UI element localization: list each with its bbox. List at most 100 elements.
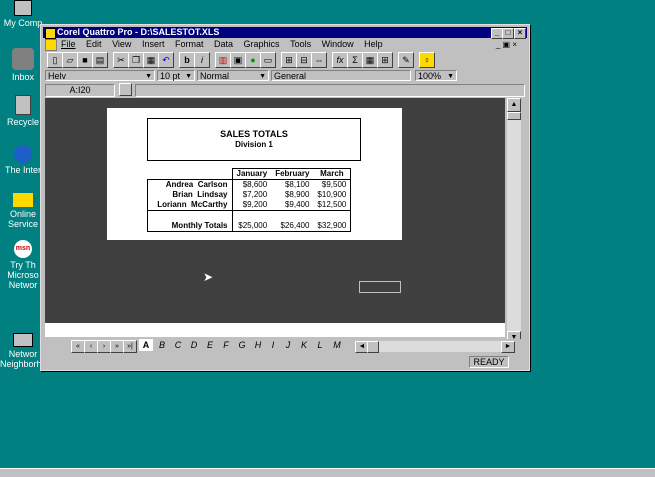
frame-icon[interactable]: ▭	[260, 52, 276, 68]
menu-insert[interactable]: Insert	[142, 38, 165, 50]
save-icon[interactable]: ■	[77, 52, 93, 68]
report-subtitle: Division 1	[235, 140, 273, 149]
desktop-icon-label: Inbox	[11, 72, 35, 82]
menu-file[interactable]: File	[61, 38, 76, 50]
value-cell[interactable]: $10,900	[313, 190, 352, 200]
menu-window[interactable]: Window	[322, 38, 354, 50]
format-grid-icon[interactable]: ▦	[362, 52, 378, 68]
window-title: Corel Quattro Pro - D:\SALESTOT.XLS	[57, 27, 220, 37]
first-tab-icon[interactable]: «	[71, 340, 85, 353]
sheet-tab-k[interactable]: K	[297, 339, 311, 351]
total-cell[interactable]: $26,400	[271, 221, 314, 232]
insert-icon[interactable]: ⊞	[281, 52, 297, 68]
tab-jump-icon[interactable]: »|	[123, 340, 137, 353]
value-cell[interactable]: $9,500	[313, 179, 352, 190]
sheet-tab-b[interactable]: B	[155, 339, 169, 351]
report-title: SALES TOTALS	[220, 129, 288, 139]
header-cell[interactable]: January	[231, 168, 272, 180]
sheet-tab-g[interactable]: G	[235, 339, 249, 351]
formula-input[interactable]	[135, 84, 525, 97]
open-file-icon[interactable]: ▱	[62, 52, 78, 68]
number-format-select[interactable]: General	[271, 70, 411, 81]
sheet-tab-d[interactable]: D	[187, 339, 201, 351]
new-file-icon[interactable]: ▯	[47, 52, 63, 68]
recycle-bin-icon	[15, 95, 31, 115]
number-format-value: General	[274, 71, 307, 81]
style-select[interactable]: Normal ▼	[197, 70, 269, 81]
sheet-tab-l[interactable]: L	[313, 339, 327, 351]
cell-reference[interactable]: A:I20	[45, 84, 115, 97]
total-cell[interactable]: $25,000	[231, 221, 272, 232]
document-icon[interactable]	[45, 39, 57, 51]
vertical-scrollbar[interactable]: ▲ ▼	[507, 98, 521, 345]
print-icon[interactable]: ▤	[92, 52, 108, 68]
menu-tools[interactable]: Tools	[290, 38, 311, 50]
sum-icon[interactable]: Σ	[347, 52, 363, 68]
sheet-tab-e[interactable]: E	[203, 339, 217, 351]
delete-icon[interactable]: ⊟	[296, 52, 312, 68]
scroll-up-icon[interactable]: ▲	[507, 98, 521, 112]
italic-icon[interactable]: i	[194, 52, 210, 68]
scroll-right-icon[interactable]: ►	[501, 341, 515, 353]
function-icon[interactable]: fx	[332, 52, 348, 68]
spreadsheet-page-view[interactable]: SALES TOTALS Division 1 January February…	[45, 98, 505, 323]
totals-label[interactable]: Monthly Totals	[147, 221, 232, 232]
fit-icon[interactable]: ⇔	[311, 52, 327, 68]
navigate-icon[interactable]	[119, 83, 132, 96]
value-cell[interactable]: $8,100	[271, 180, 313, 191]
cut-icon[interactable]: ✂	[113, 52, 129, 68]
copy-icon[interactable]: ❐	[128, 52, 144, 68]
scroll-thumb[interactable]	[507, 112, 521, 120]
title-bar[interactable]: Corel Quattro Pro - D:\SALESTOT.XLS _ □ …	[43, 27, 527, 39]
sales-table: January February March Andrea Carlson $8…	[147, 168, 352, 232]
menu-edit[interactable]: Edit	[86, 38, 102, 50]
menu-view[interactable]: View	[112, 38, 131, 50]
name-cell[interactable]: Andrea Carlson	[147, 179, 232, 190]
sheet-tab-i[interactable]: I	[267, 339, 279, 351]
horizontal-scrollbar[interactable]: ◄ ►	[355, 341, 515, 353]
menu-help[interactable]: Help	[364, 38, 383, 50]
zoom-value: 100%	[418, 71, 442, 81]
style-value: Normal	[200, 71, 230, 81]
value-cell[interactable]: $9,400	[271, 200, 314, 211]
value-cell[interactable]: $9,200	[231, 200, 272, 211]
h-scroll-thumb[interactable]	[367, 341, 379, 353]
value-cell[interactable]: $12,500	[313, 200, 352, 211]
last-tab-icon[interactable]: »	[110, 340, 124, 353]
expert-icon[interactable]: ✎	[398, 52, 414, 68]
value-cell[interactable]: $8,600	[231, 179, 272, 190]
header-spacer	[148, 169, 233, 180]
font-size-select[interactable]: 10 pt ▼	[157, 70, 195, 81]
paste-icon[interactable]: ▦	[143, 52, 159, 68]
menu-format[interactable]: Format	[175, 38, 204, 50]
total-cell[interactable]: $32,900	[313, 221, 352, 232]
menu-graphics[interactable]: Graphics	[244, 38, 280, 50]
chart-icon[interactable]: ▥	[215, 52, 231, 68]
sheet-tab-a[interactable]: A	[139, 339, 153, 351]
table-icon[interactable]: ⊞	[377, 52, 393, 68]
value-cell[interactable]: $8,900	[271, 190, 313, 200]
header-cell[interactable]: March	[313, 168, 352, 180]
header-cell[interactable]: February	[271, 168, 314, 180]
menu-data[interactable]: Data	[214, 38, 233, 50]
value-cell[interactable]: $7,200	[231, 190, 272, 200]
main-toolbar: ▯ ▱ ■ ▤ ✂ ❐ ▦ ↶ b i ▥ ▣ ● ▭ ⊞ ⊟ ⇔ fx Σ ▦…	[43, 51, 527, 69]
sheet-tab-f[interactable]: F	[219, 339, 233, 351]
name-cell[interactable]: Loriann McCarthy	[147, 200, 232, 211]
sheet-tab-m[interactable]: M	[329, 339, 345, 351]
insert-object-icon[interactable]: ▣	[230, 52, 246, 68]
prev-tab-icon[interactable]: ‹	[84, 340, 98, 353]
name-cell[interactable]: Brian Lindsay	[147, 190, 232, 200]
doc-window-controls[interactable]: _ ▣ ×	[496, 39, 517, 51]
undo-icon[interactable]: ↶	[158, 52, 174, 68]
coach-icon[interactable]: ♀	[419, 52, 435, 68]
next-tab-icon[interactable]: ›	[97, 340, 111, 353]
sheet-tab-c[interactable]: C	[171, 339, 185, 351]
sheet-tab-j[interactable]: J	[281, 339, 295, 351]
sheet-tab-h[interactable]: H	[251, 339, 265, 351]
zoom-select[interactable]: 100% ▼	[415, 70, 457, 81]
bold-icon[interactable]: b	[179, 52, 195, 68]
font-select[interactable]: Helv ▼	[45, 70, 155, 81]
globe-tool-icon[interactable]: ●	[245, 52, 261, 68]
sheet-tab-row: « ‹ › » »| A B C D E F G H I J K L M ◄ ►	[45, 339, 523, 354]
